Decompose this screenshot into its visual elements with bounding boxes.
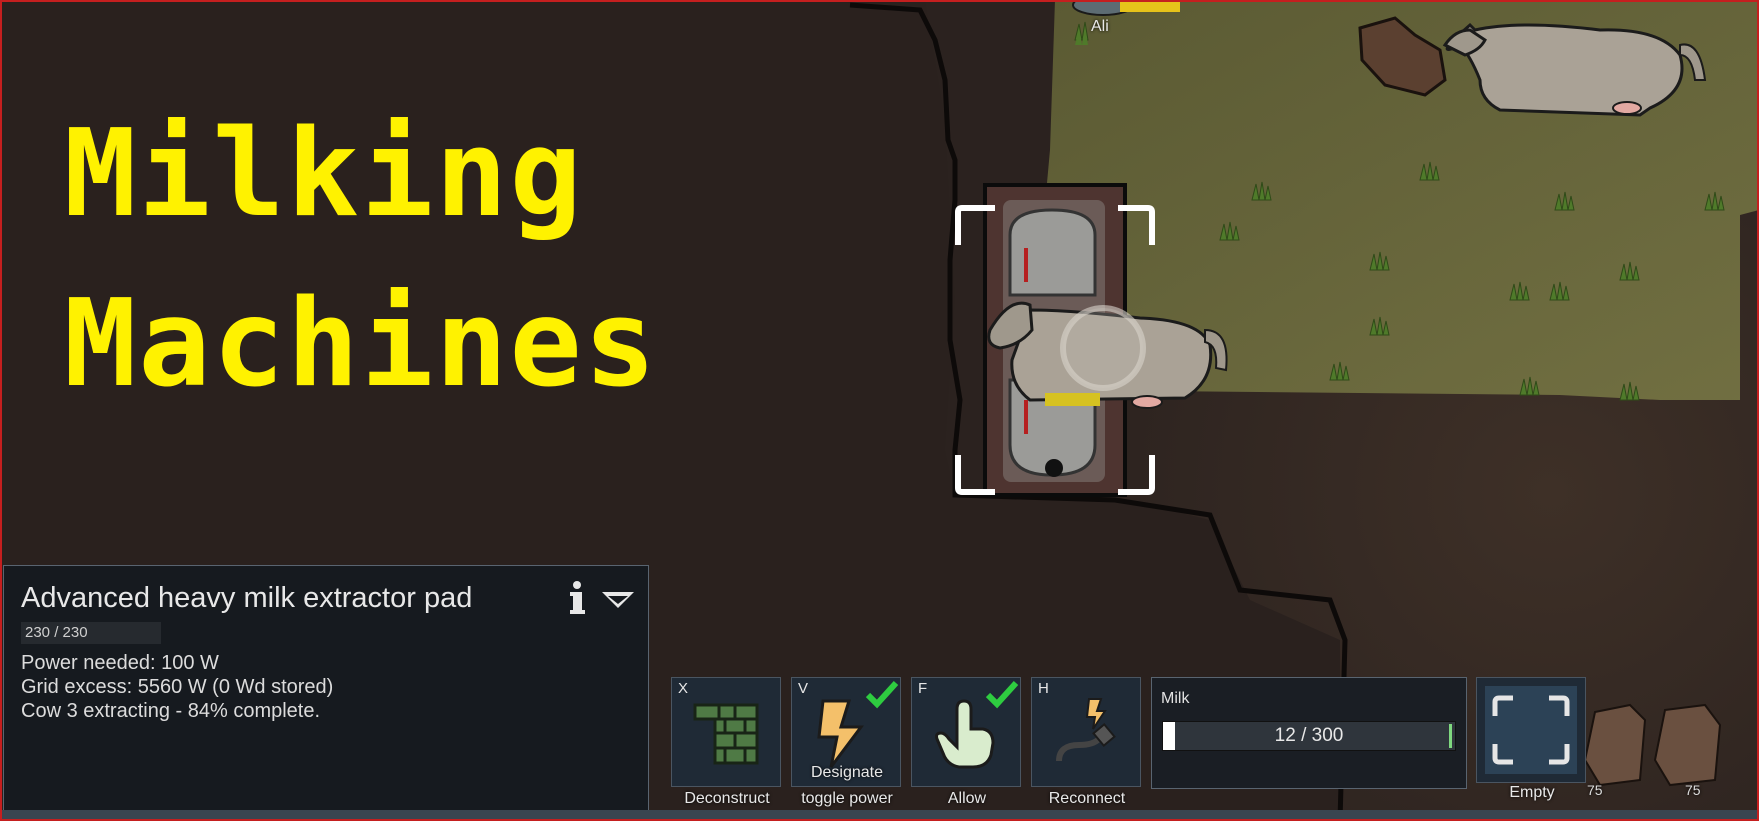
pawn-name-label[interactable]: Ali xyxy=(1091,18,1109,36)
hotkey-label: X xyxy=(678,680,689,697)
milk-progress-bar[interactable]: 12 / 300 xyxy=(1162,721,1456,751)
power-plug-icon xyxy=(1056,698,1116,762)
overlay-title-line-1: Milking xyxy=(64,105,584,244)
empty-button[interactable]: Empty xyxy=(1476,677,1588,801)
milk-value-text: 12 / 300 xyxy=(1274,725,1344,746)
command-label: Deconstruct xyxy=(684,790,770,807)
overlay-title-line-2: Machines xyxy=(64,275,658,414)
inspect-panel: Advanced heavy milk extractor pad 230 / … xyxy=(3,565,649,811)
reconnect-button[interactable]: H Reconnect xyxy=(1031,677,1143,807)
power-needed-text: Power needed: 100 W xyxy=(21,652,219,674)
select-frame-icon xyxy=(1485,686,1577,774)
brick-wall-icon xyxy=(693,703,759,765)
command-label: Allow xyxy=(947,790,987,807)
empty-label: Empty xyxy=(1509,784,1555,801)
chevron-down-icon[interactable] xyxy=(600,588,636,610)
bottom-bar xyxy=(2,810,1757,819)
info-icon[interactable] xyxy=(566,580,588,616)
deconstruct-button[interactable]: X Deconstruct xyxy=(671,677,783,807)
milk-label: Milk xyxy=(1161,690,1190,707)
hotkey-label: F xyxy=(918,680,928,697)
grid-excess-text: Grid excess: 5560 W (0 Wd stored) xyxy=(21,676,334,698)
inspect-title: Advanced heavy milk extractor pad xyxy=(21,582,473,614)
command-overlay-label: Designate xyxy=(810,764,884,781)
item-stack-count: 75 xyxy=(1685,782,1701,798)
command-label: Reconnect xyxy=(1048,790,1126,807)
hotkey-label: V xyxy=(798,680,809,697)
extraction-status-text: Cow 3 extracting - 84% complete. xyxy=(21,700,321,722)
inspect-details: Power needed: 100 W Grid excess: 5560 W … xyxy=(21,651,333,723)
toggle-power-button[interactable]: V Designate toggle power xyxy=(791,677,903,807)
checkmark-icon xyxy=(865,680,899,709)
command-label: toggle power xyxy=(801,790,893,807)
hotkey-label: H xyxy=(1038,680,1049,697)
checkmark-icon xyxy=(985,680,1019,709)
milk-gizmo: Milk 12 / 300 xyxy=(1151,677,1467,789)
hit-points-bar: 230 / 230 xyxy=(21,622,161,644)
allow-button[interactable]: F Allow xyxy=(911,677,1023,807)
item-stack-count: 75 xyxy=(1587,782,1603,798)
